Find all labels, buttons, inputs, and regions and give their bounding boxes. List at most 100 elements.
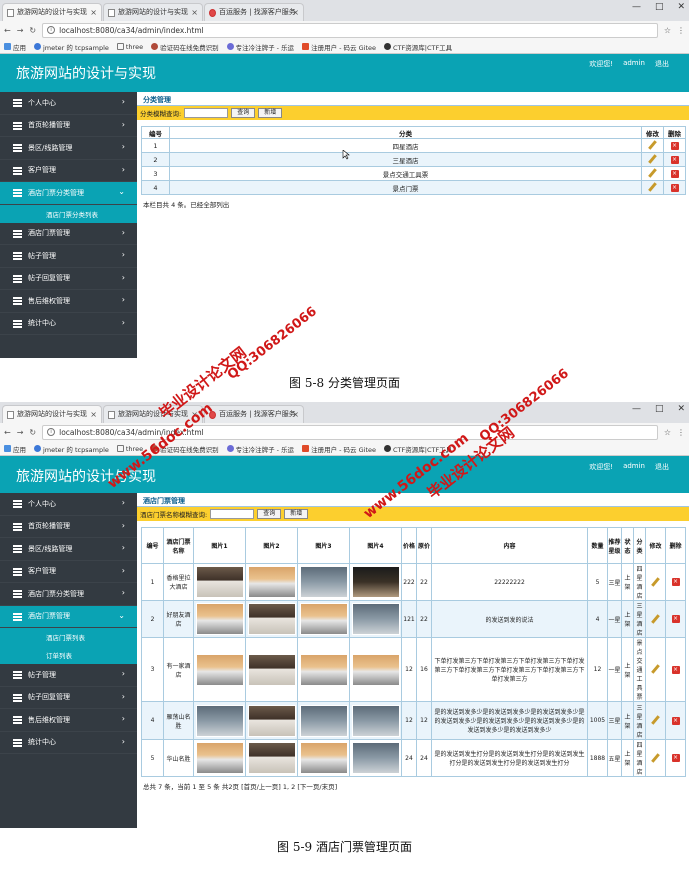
forward-icon[interactable]: → xyxy=(17,26,24,35)
pencil-icon[interactable] xyxy=(651,753,660,762)
back-icon[interactable]: ← xyxy=(4,428,11,437)
bookmark[interactable]: jmeter 的 tcpsample xyxy=(34,444,109,454)
bookmark-apps[interactable]: 应用 xyxy=(4,444,26,454)
pencil-icon[interactable] xyxy=(651,577,660,586)
list-icon xyxy=(13,229,22,238)
sidebar-item-tickets[interactable]: 酒店门票管理 › xyxy=(0,223,137,245)
car-photo xyxy=(195,603,244,635)
bookmark-apps[interactable]: 应用 xyxy=(4,42,26,52)
bookmark[interactable]: 专注冷注牌子 - 乐运 xyxy=(226,42,294,52)
search-input[interactable] xyxy=(184,108,229,118)
browser-tab[interactable]: 旅游网站的设计与实现 × xyxy=(2,405,102,423)
delete-icon[interactable]: × xyxy=(671,615,680,623)
sidebar-subitem-category-list[interactable]: 酒店门票分类列表 xyxy=(0,204,137,223)
browser-tab[interactable]: 百运服务 | 找源客户服务 × xyxy=(204,405,304,423)
edit-cell xyxy=(641,166,664,181)
sidebar-item-stats[interactable]: 统计中心 › xyxy=(0,732,137,754)
sidebar-item-tickets[interactable]: 酒店门票管理 ⌄ xyxy=(0,605,137,628)
minimize-icon[interactable]: — xyxy=(632,404,641,414)
sidebar-item-ticket-category[interactable]: 酒店门票分类管理 › xyxy=(0,583,137,606)
pencil-icon[interactable] xyxy=(648,154,657,163)
bookmark[interactable]: 验证码在线免费识别 xyxy=(151,42,219,52)
reload-icon[interactable]: ↻ xyxy=(29,26,36,35)
pencil-icon[interactable] xyxy=(648,168,657,177)
close-icon[interactable]: × xyxy=(292,4,299,21)
list-icon xyxy=(13,274,22,283)
sidebar-item-personal-center[interactable]: 个人中心 › xyxy=(0,92,137,115)
sidebar-item-aftersales[interactable]: 售后维权管理 › xyxy=(0,709,137,732)
url-field[interactable]: i localhost:8080/ca34/admin/index.html xyxy=(42,425,658,440)
browser-tab[interactable]: 旅游网站的设计与实现 × xyxy=(103,3,203,21)
delete-icon[interactable]: × xyxy=(671,578,680,586)
close-icon[interactable]: × xyxy=(191,4,198,21)
browser-tab[interactable]: 旅游网站的设计与实现 × xyxy=(2,3,102,21)
delete-icon[interactable]: × xyxy=(670,184,679,192)
sidebar-item-ticket-category[interactable]: 酒店门票分类管理 ⌄ xyxy=(0,182,137,205)
close-window-icon[interactable]: ✕ xyxy=(677,404,685,414)
chevron-right-icon: › xyxy=(121,714,125,723)
delete-icon[interactable]: × xyxy=(670,142,679,150)
browser-tab[interactable]: 百运服务 | 找源客户服务 × xyxy=(204,3,304,21)
sidebar-item-customers[interactable]: 客户管理 › xyxy=(0,561,137,583)
add-button[interactable]: 新增 xyxy=(258,108,283,118)
username-link[interactable]: admin xyxy=(623,462,645,472)
pagination[interactable]: 总共 7 条，当前 1 至 5 条 共2页 [首页/上一页] 1, 2 [下一页… xyxy=(137,777,689,795)
maximize-icon[interactable]: □ xyxy=(655,2,664,12)
search-input[interactable] xyxy=(210,509,255,519)
sidebar-item-scenic[interactable]: 景区/线路管理 › xyxy=(0,137,137,160)
sidebar-item-replies[interactable]: 帖子回复管理 › xyxy=(0,268,137,290)
delete-icon[interactable]: × xyxy=(670,170,679,178)
sidebar-item-carousel[interactable]: 首页轮播管理 › xyxy=(0,115,137,137)
car-photo xyxy=(195,653,244,686)
pencil-icon[interactable] xyxy=(651,664,660,673)
menu-icon[interactable]: ⋮ xyxy=(677,428,685,437)
close-icon[interactable]: × xyxy=(292,406,299,423)
sidebar-item-replies[interactable]: 帖子回复管理 › xyxy=(0,687,137,709)
delete-icon[interactable]: × xyxy=(670,156,679,164)
bookmark-label: 验证码在线免费识别 xyxy=(160,43,219,52)
bookmark[interactable]: CTF资源库|CTF工具 xyxy=(384,42,452,52)
reload-icon[interactable]: ↻ xyxy=(29,428,36,437)
star-icon[interactable]: ☆ xyxy=(664,428,671,437)
close-icon[interactable]: × xyxy=(90,4,97,21)
close-window-icon[interactable]: ✕ xyxy=(677,2,685,12)
sidebar-item-posts[interactable]: 帖子管理 › xyxy=(0,664,137,687)
maximize-icon[interactable]: □ xyxy=(655,404,664,414)
delete-icon[interactable]: × xyxy=(671,754,680,762)
sidebar-item-posts[interactable]: 帖子管理 › xyxy=(0,245,137,268)
car-photo xyxy=(299,653,348,686)
bookmark[interactable]: 注册用户 - 码云 Gitee xyxy=(302,444,376,454)
delete-icon[interactable]: × xyxy=(671,716,680,725)
query-button[interactable]: 查询 xyxy=(231,108,256,118)
add-button[interactable]: 新增 xyxy=(284,509,309,519)
bookmark[interactable]: jmeter 的 tcpsample xyxy=(34,42,109,52)
pencil-icon[interactable] xyxy=(651,614,660,623)
sidebar-subitem-ticket-list[interactable]: 酒店门票列表 xyxy=(0,628,137,646)
bookmark[interactable]: three xyxy=(116,43,143,51)
star-icon[interactable]: ☆ xyxy=(664,26,671,35)
delete-icon[interactable]: × xyxy=(671,665,680,674)
pencil-icon[interactable] xyxy=(648,140,657,149)
sidebar-subitem-order-list[interactable]: 订单列表 xyxy=(0,646,137,664)
query-button[interactable]: 查询 xyxy=(257,509,282,519)
bookmark[interactable]: 注册用户 - 码云 Gitee xyxy=(302,42,376,52)
close-icon[interactable]: × xyxy=(90,406,97,423)
sidebar-item-aftersales[interactable]: 售后维权管理 › xyxy=(0,290,137,313)
sidebar-item-stats[interactable]: 统计中心 › xyxy=(0,313,137,335)
menu-icon[interactable]: ⋮ xyxy=(677,26,685,35)
logout-link[interactable]: 退出 xyxy=(655,59,669,69)
minimize-icon[interactable]: — xyxy=(632,2,641,12)
pencil-icon[interactable] xyxy=(651,715,660,724)
url-field[interactable]: i localhost:8080/ca34/admin/index.html xyxy=(42,23,658,38)
logout-link[interactable]: 退出 xyxy=(655,462,669,472)
forward-icon[interactable]: → xyxy=(17,428,24,437)
back-icon[interactable]: ← xyxy=(4,26,11,35)
sidebar-item-carousel[interactable]: 首页轮播管理 › xyxy=(0,516,137,538)
chevron-down-icon: ⌄ xyxy=(118,187,125,196)
sidebar-item-personal-center[interactable]: 个人中心 › xyxy=(0,493,137,516)
pencil-icon[interactable] xyxy=(648,182,657,191)
username-link[interactable]: admin xyxy=(623,59,645,69)
bookmark[interactable]: 专注冷注牌子 - 乐运 xyxy=(226,444,294,454)
sidebar-item-scenic[interactable]: 景区/线路管理 › xyxy=(0,538,137,561)
sidebar-item-customers[interactable]: 客户管理 › xyxy=(0,160,137,182)
